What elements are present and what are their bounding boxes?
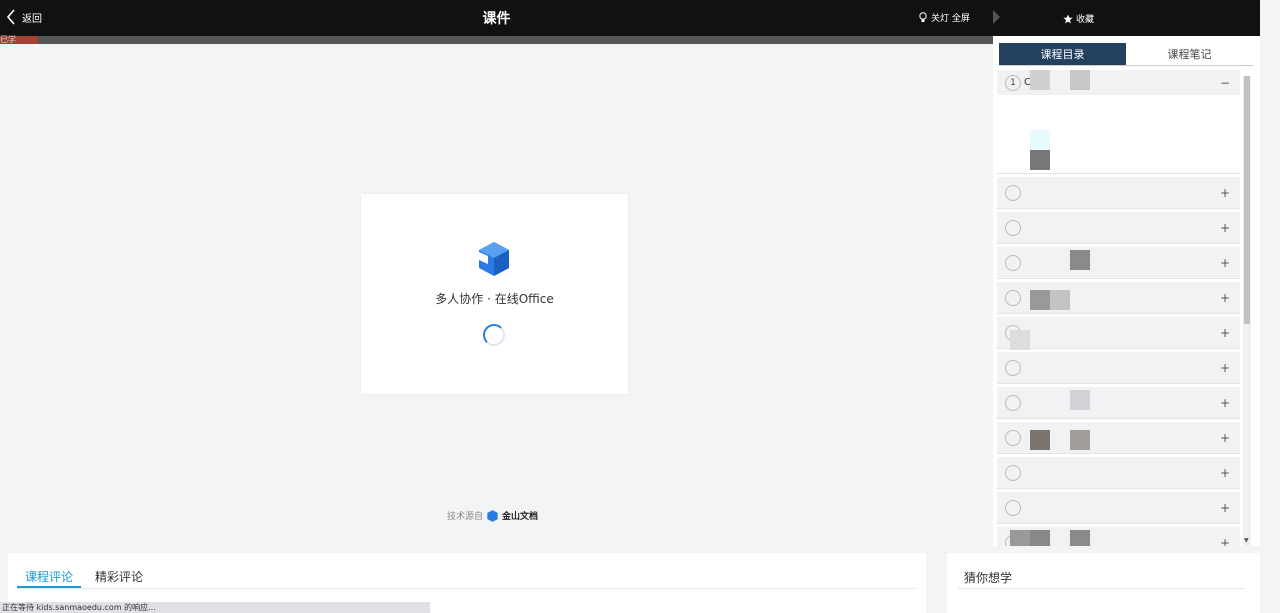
chapter-number xyxy=(1005,184,1021,201)
expand-icon[interactable]: + xyxy=(1220,536,1230,547)
redacted-block xyxy=(1050,290,1070,310)
tech-brand: 金山文档 xyxy=(502,512,539,522)
chapter-item[interactable]: + xyxy=(997,492,1240,524)
sidebar-scrollbar[interactable]: ▼ xyxy=(1243,76,1251,546)
redacted-block xyxy=(1030,130,1050,150)
collapse-arrow-icon[interactable] xyxy=(993,10,1001,24)
chapter-number xyxy=(1005,499,1021,516)
redacted-block xyxy=(1070,430,1090,450)
favorite-label: 收藏 xyxy=(1076,15,1095,25)
loading-slogan: 多人协作 · 在线Office xyxy=(435,292,554,306)
chapter-number xyxy=(1005,464,1021,481)
redacted-block xyxy=(1010,530,1030,546)
expand-icon[interactable]: + xyxy=(1220,256,1230,270)
expand-icon[interactable]: + xyxy=(1220,326,1230,340)
chapter-item[interactable]: + xyxy=(997,387,1240,419)
expand-icon[interactable]: + xyxy=(1220,221,1230,235)
tech-credit: 技术源自 金山文档 xyxy=(447,509,538,522)
recommend-title: 猜你想学 xyxy=(964,571,1013,585)
chapter-item[interactable]: + xyxy=(997,317,1240,349)
redacted-block xyxy=(1030,430,1050,450)
expand-icon[interactable]: + xyxy=(1220,501,1230,515)
browser-status-bar: 正在等待 kids.sanmaoedu.com 的响应... xyxy=(0,602,430,613)
tech-prefix: 技术源自 xyxy=(447,512,484,522)
redacted-block xyxy=(1030,70,1050,90)
expand-icon[interactable]: + xyxy=(1220,361,1230,375)
expand-icon[interactable]: + xyxy=(1220,291,1230,305)
top-bar-right: 收藏 xyxy=(993,0,1260,36)
redacted-block xyxy=(1010,330,1030,350)
chapter-number xyxy=(1005,289,1021,306)
redacted-block xyxy=(1070,250,1090,270)
progress-strip xyxy=(0,36,993,44)
chapter-number xyxy=(1005,394,1021,411)
recommend-panel: 猜你想学 xyxy=(947,553,1260,613)
expand-icon[interactable]: + xyxy=(1220,396,1230,410)
page-gutter xyxy=(1260,0,1280,613)
expand-icon[interactable]: + xyxy=(1220,186,1230,200)
chapter-number xyxy=(1005,219,1021,236)
sidebar-tabs: 课程目录 课程笔记 xyxy=(999,43,1253,66)
tab-course-comments[interactable]: 课程评论 xyxy=(25,568,73,585)
scroll-down-icon[interactable]: ▼ xyxy=(1244,537,1249,544)
chapter-number xyxy=(1005,254,1021,271)
redacted-block xyxy=(1030,150,1050,170)
redacted-block xyxy=(1070,70,1090,90)
course-sidebar: 课程目录 课程笔记 1 C − + + + + + + + + + + + ▼ xyxy=(993,36,1260,546)
page-title: 课件 xyxy=(482,11,511,27)
expand-icon[interactable]: + xyxy=(1220,466,1230,480)
top-bar: 返回 课件 关灯 全屏 xyxy=(0,0,993,36)
active-tab-underline xyxy=(17,586,81,588)
star-icon xyxy=(1063,14,1073,23)
collapse-icon[interactable]: − xyxy=(1220,76,1230,90)
redacted-block xyxy=(1030,530,1050,546)
loading-card: 多人协作 · 在线Office xyxy=(361,194,628,394)
scrollbar-thumb[interactable] xyxy=(1244,76,1250,324)
chapter-item[interactable]: + xyxy=(997,457,1240,489)
lamp-fullscreen-button[interactable]: 关灯 全屏 xyxy=(918,11,970,24)
chapter-number xyxy=(1005,359,1021,376)
redacted-block xyxy=(1070,530,1090,546)
lightbulb-icon xyxy=(919,12,927,22)
kdocs-small-logo-icon xyxy=(487,509,498,522)
loading-spinner xyxy=(483,324,505,346)
tab-course-notes[interactable]: 课程笔记 xyxy=(1126,43,1253,65)
favorite-button[interactable]: 收藏 xyxy=(1063,12,1094,25)
tab-featured-comments[interactable]: 精彩评论 xyxy=(95,568,143,585)
expand-icon[interactable]: + xyxy=(1220,431,1230,445)
divider xyxy=(17,588,915,589)
redacted-block xyxy=(1070,390,1090,410)
learned-marker: 已学 xyxy=(0,35,38,44)
lamp-label: 关灯 全屏 xyxy=(931,14,970,24)
chapter-number xyxy=(1005,429,1021,446)
chapter-number: 1 xyxy=(1005,74,1021,91)
redacted-block xyxy=(1030,290,1050,310)
chapter-item[interactable]: + xyxy=(997,177,1240,209)
chapter-item[interactable]: + xyxy=(997,247,1240,279)
tab-course-catalog[interactable]: 课程目录 xyxy=(999,43,1126,65)
divider xyxy=(958,588,1244,589)
chapter-item[interactable]: + xyxy=(997,352,1240,384)
kdocs-logo-icon xyxy=(479,242,509,276)
document-viewer: 多人协作 · 在线Office 技术源自 金山文档 xyxy=(0,44,993,546)
chapter-item[interactable]: + xyxy=(997,212,1240,244)
